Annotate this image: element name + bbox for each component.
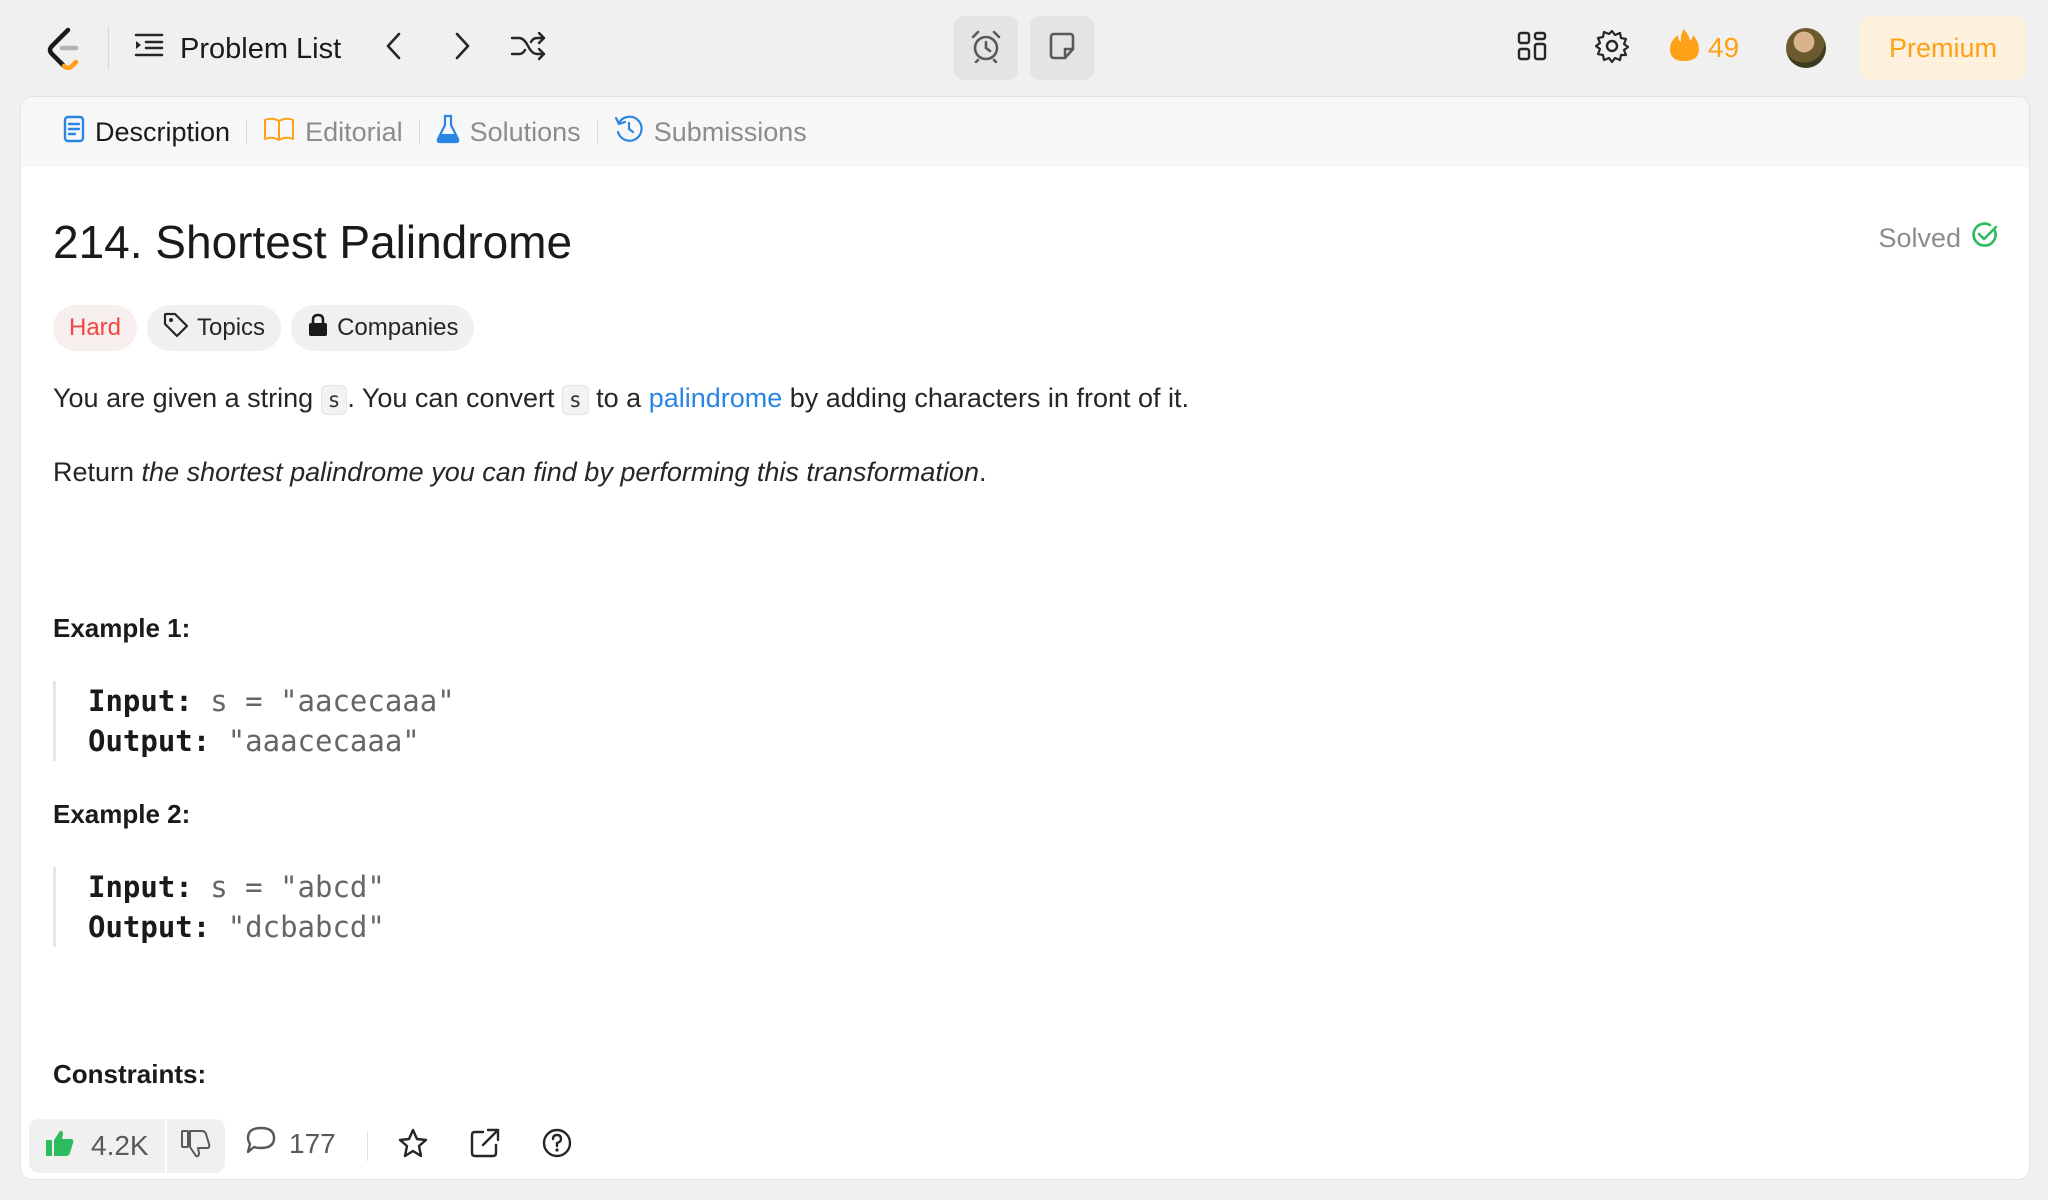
- history-icon: [614, 114, 644, 151]
- shuffle-icon: [510, 31, 546, 66]
- share-button[interactable]: [469, 1127, 501, 1166]
- output-value: "dcbabcd": [227, 910, 385, 944]
- description-paragraph-1: You are given a string s. You can conver…: [53, 383, 1189, 415]
- alarm-clock-icon: [969, 29, 1003, 68]
- question-circle-icon: [541, 1127, 573, 1166]
- comments-button[interactable]: 177: [245, 1125, 336, 1162]
- gear-icon: [1594, 29, 1630, 68]
- settings-button[interactable]: [1592, 28, 1632, 68]
- layout-grid-icon: [1517, 31, 1547, 66]
- top-navbar: Problem List 49 Premium: [0, 0, 2048, 96]
- problem-list-label: Problem List: [180, 32, 342, 65]
- companies-chip[interactable]: Companies: [291, 305, 475, 351]
- tab-submissions[interactable]: Submissions: [598, 114, 823, 151]
- external-link-icon: [469, 1127, 501, 1166]
- example-input-line: Input: s = "abcd": [88, 867, 385, 907]
- tab-label: Submissions: [653, 116, 807, 147]
- companies-label: Companies: [337, 314, 459, 341]
- tab-bar: Description Editorial Solutions Submissi…: [21, 97, 2029, 167]
- flask-icon: [436, 114, 460, 151]
- problem-list-button[interactable]: Problem List: [134, 26, 341, 72]
- chevron-left-icon: [384, 31, 404, 66]
- text: .: [978, 457, 987, 487]
- tab-label: Description: [95, 116, 231, 147]
- dislike-button[interactable]: [167, 1119, 225, 1173]
- example-1-heading: Example 1:: [53, 613, 191, 643]
- description-panel: Description Editorial Solutions Submissi…: [20, 96, 2030, 1180]
- output-label: Output:: [88, 724, 211, 758]
- solved-status: Solved: [1878, 221, 1999, 256]
- prev-problem-button[interactable]: [374, 28, 414, 68]
- vote-group: 4.2K: [29, 1119, 225, 1173]
- chevron-right-icon: [452, 31, 472, 66]
- leetcode-logo-icon[interactable]: [40, 24, 88, 72]
- book-icon: [263, 116, 295, 149]
- star-icon: [397, 1127, 429, 1166]
- tab-description[interactable]: Description: [47, 115, 246, 150]
- example-output-line: Output: "aaacecaaa": [88, 721, 455, 761]
- inline-code: s: [320, 385, 348, 415]
- emphasis-text: the shortest palindrome you can find by …: [141, 457, 979, 487]
- difficulty-badge: Hard: [53, 305, 138, 351]
- like-count: 4.2K: [91, 1130, 149, 1161]
- streak-count: 49: [1708, 32, 1740, 63]
- streak-counter[interactable]: 49: [1668, 24, 1739, 72]
- list-icon: [134, 32, 164, 66]
- like-button[interactable]: 4.2K: [29, 1119, 167, 1173]
- text: . You can convert: [347, 383, 562, 413]
- thumbs-down-icon: [180, 1129, 211, 1163]
- example-2-heading: Example 2:: [53, 799, 191, 829]
- topics-label: Topics: [197, 314, 266, 341]
- tab-label: Solutions: [469, 116, 581, 147]
- premium-button[interactable]: Premium: [1860, 16, 2026, 80]
- note-icon: [1047, 31, 1077, 66]
- example-2-block: Input: s = "abcd" Output: "dcbabcd": [53, 867, 385, 947]
- description-paragraph-2: Return the shortest palindrome you can f…: [53, 457, 986, 488]
- layout-button[interactable]: [1512, 28, 1552, 68]
- tag-icon: [163, 312, 189, 345]
- lock-icon: [307, 313, 329, 344]
- description-icon: [63, 115, 85, 150]
- comment-icon: [245, 1125, 277, 1162]
- output-value: "aaacecaaa": [227, 724, 420, 758]
- nav-divider: [108, 26, 109, 70]
- problem-tags: Hard Topics Companies: [53, 305, 475, 351]
- example-output-line: Output: "dcbabcd": [88, 907, 385, 947]
- input-label: Input:: [88, 684, 193, 718]
- comment-count: 177: [289, 1127, 336, 1159]
- input-value: s = "aacecaaa": [210, 684, 455, 718]
- tab-solutions[interactable]: Solutions: [420, 114, 597, 151]
- help-button[interactable]: [541, 1127, 573, 1166]
- bottom-action-bar: 4.2K 177: [21, 1111, 2029, 1179]
- text: to a: [588, 383, 649, 413]
- tab-editorial[interactable]: Editorial: [247, 116, 419, 149]
- text: by adding characters in front of it.: [782, 383, 1189, 413]
- avatar[interactable]: [1786, 28, 1826, 68]
- bottom-divider: [367, 1131, 368, 1161]
- input-label: Input:: [88, 870, 193, 904]
- example-1-block: Input: s = "aacecaaa" Output: "aaacecaaa…: [53, 681, 455, 761]
- timer-button[interactable]: [954, 16, 1018, 80]
- next-problem-button[interactable]: [442, 28, 482, 68]
- notes-button[interactable]: [1030, 16, 1094, 80]
- constraints-heading: Constraints:: [53, 1059, 207, 1089]
- favorite-button[interactable]: [397, 1127, 429, 1166]
- text: You are given a string: [53, 383, 321, 413]
- inline-code: s: [562, 385, 589, 415]
- thumbs-up-icon: [45, 1129, 75, 1164]
- input-value: s = "abcd": [210, 870, 385, 904]
- problem-title: 214. Shortest Palindrome: [53, 216, 573, 268]
- topics-chip[interactable]: Topics: [147, 305, 282, 351]
- tab-label: Editorial: [305, 116, 403, 147]
- palindrome-link[interactable]: palindrome: [649, 383, 783, 413]
- text: Return: [53, 457, 142, 487]
- output-label: Output:: [88, 910, 211, 944]
- fire-icon: [1668, 27, 1700, 70]
- random-problem-button[interactable]: [506, 26, 550, 70]
- solved-label: Solved: [1878, 223, 1961, 253]
- example-input-line: Input: s = "aacecaaa": [88, 681, 455, 721]
- check-circle-icon: [1971, 221, 1999, 256]
